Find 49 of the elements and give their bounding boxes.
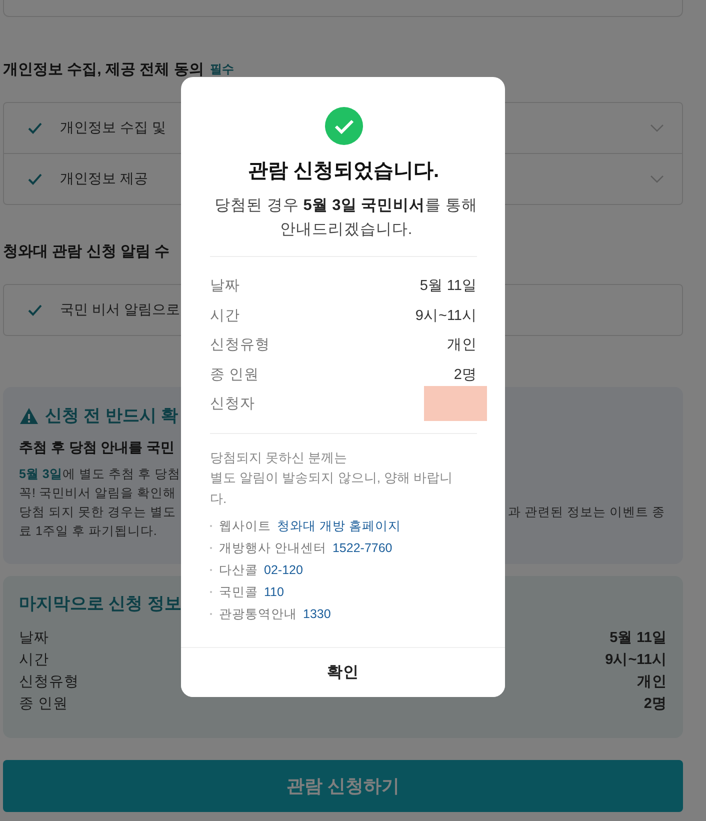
section-title: 청와대 관람 신청 알림 수 [3, 242, 170, 260]
summary-value: 5월 11일 [610, 629, 667, 648]
summary-label: 날짜 [19, 629, 49, 648]
summary-label: 종 인원 [19, 695, 68, 714]
section-title: 개인정보 수집, 제공 전체 동의 [3, 60, 204, 78]
contact-link[interactable]: 02-120 [264, 563, 303, 577]
summary-label: 시간 [19, 651, 49, 670]
notice-text: 과 관련된 정보는 이벤트 종 [508, 504, 665, 521]
dialog-title: 관람 신청되었습니다. [246, 159, 440, 184]
detail-value: 개인 [447, 336, 477, 354]
dialog-message: 당첨된 경우 5월 3일 국민비서를 통해 안내드리겠습니다. [214, 196, 478, 240]
notice-text: 꼭! 국민비서 알림을 확인해 [19, 485, 176, 502]
summary-value: 개인 [637, 673, 667, 692]
check-icon[interactable] [27, 302, 43, 318]
contact-label: 개방행사 안내센터 [219, 540, 326, 556]
detail-value: 2명 [454, 366, 477, 384]
contact-label: 관광통역안내 [219, 606, 297, 622]
check-icon[interactable] [27, 120, 43, 136]
detail-label: 날짜 [210, 277, 240, 296]
contact-label: 국민콜 [219, 584, 258, 600]
notice-subtitle: 추첨 후 당첨 안내를 국민 [19, 439, 176, 457]
required-label: 필수 [210, 60, 234, 78]
notice-text: 당첨 되지 못한 경우는 별도 [19, 504, 176, 521]
contact-link[interactable]: 110 [264, 585, 284, 599]
summary-title: 마지막으로 신청 정보 [19, 593, 182, 615]
detail-label: 신청유형 [210, 336, 270, 354]
dialog-note: 당첨되지 못하신 분께는 별도 알림이 발송되지 않으니, 양해 바랍니다. [210, 448, 454, 508]
contact-link[interactable]: 청와대 개방 홈페이지 [277, 518, 401, 534]
detail-label: 신청자 [210, 395, 255, 414]
warning-icon [19, 406, 39, 424]
contact-link[interactable]: 1330 [303, 607, 331, 621]
success-check-icon [324, 107, 362, 145]
summary-value: 2명 [644, 695, 667, 714]
detail-value: 9시~11시 [415, 306, 477, 325]
notice-title: 신청 전 반드시 확 [45, 405, 178, 427]
contact-link[interactable]: 1522-7760 [332, 541, 392, 555]
detail-label: 시간 [210, 306, 240, 325]
summary-label: 신청유형 [19, 673, 79, 692]
chevron-down-icon[interactable] [650, 175, 664, 183]
confirm-button[interactable]: 확인 [181, 647, 505, 697]
notice-text: 5월 3일에 별도 추첨 후 당첨 [19, 466, 180, 483]
contact-label: 다산콜 [219, 562, 258, 578]
contact-label: 웹사이트 [219, 518, 271, 534]
detail-label: 종 인원 [210, 366, 260, 384]
notice-text: 료 1주일 후 파기됩니다. [19, 523, 157, 540]
summary-value: 9시~11시 [605, 651, 667, 670]
chevron-down-icon[interactable] [650, 124, 664, 132]
check-icon[interactable] [27, 171, 43, 187]
detail-value: 5월 11일 [420, 277, 477, 296]
